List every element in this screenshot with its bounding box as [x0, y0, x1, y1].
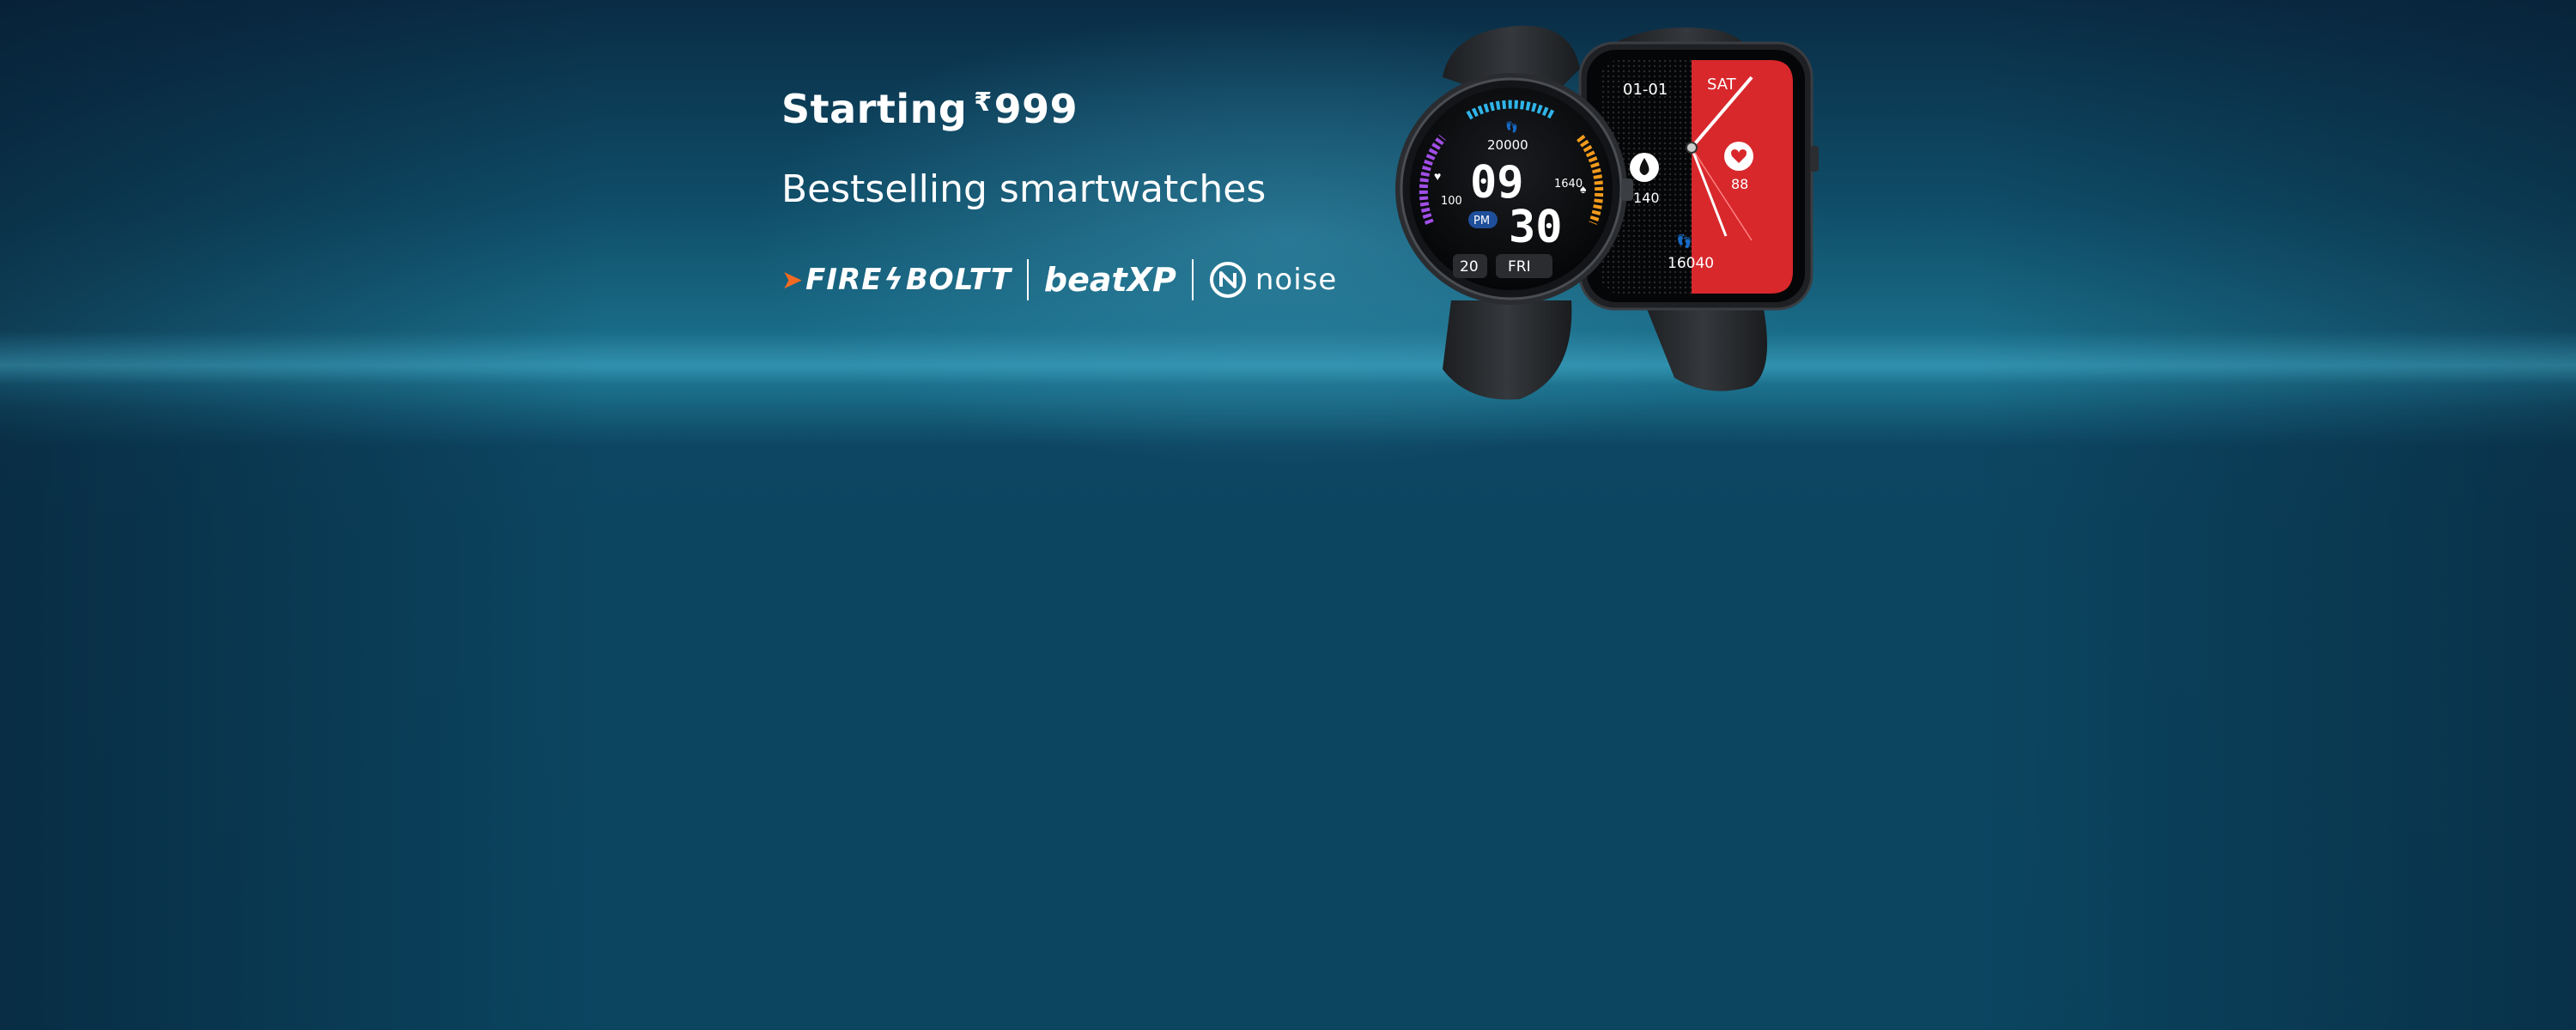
horizon-glow — [0, 330, 2576, 408]
bolt-icon: ϟ — [884, 263, 904, 297]
brand-divider — [1026, 259, 1029, 300]
round-watch-heart-icon: ♥ — [1434, 169, 1441, 183]
round-watch-steps: 20000 — [1487, 137, 1528, 153]
square-watch-date: 01-01 — [1623, 81, 1668, 99]
smartwatches-image[interactable]: 01-01 SAT 140 88 👣 16040 👣 20000 100 164… — [1348, 17, 1863, 412]
square-watch-left-value: 140 — [1633, 190, 1660, 206]
round-watch-bottom-strap — [1443, 300, 1572, 400]
square-watch-crown — [1810, 146, 1819, 172]
price-heading: Starting ₹999 — [781, 86, 1078, 132]
fireboltt-part2: BOLTT — [905, 263, 1012, 297]
square-watch-day: SAT — [1707, 76, 1737, 94]
brand-divider — [1191, 259, 1194, 300]
price-value: 999 — [993, 86, 1078, 132]
brand-logos: ➤ FIRE ϟ BOLTT beatXP noise — [781, 254, 1337, 306]
round-watch-fire-icon: ♠ — [1580, 182, 1587, 196]
round-watch-hour: 09 — [1470, 157, 1524, 209]
banner-background[interactable]: Starting ₹999 Bestselling smartwatches ➤ … — [0, 0, 2576, 1030]
square-watch-hand-pin — [1686, 142, 1698, 154]
fireboltt-logo: ➤ FIRE ϟ BOLTT — [781, 263, 1012, 297]
square-watch-steps: 16040 — [1668, 255, 1714, 272]
currency-symbol: ₹ — [974, 88, 993, 118]
left-vignette — [0, 0, 601, 1030]
price-prefix: Starting — [781, 86, 968, 132]
banner-subtitle: Bestselling smartwatches — [781, 167, 1267, 211]
right-vignette — [1975, 0, 2576, 1030]
footsteps-icon: 👣 — [1676, 233, 1692, 249]
round-watch-crown — [1621, 179, 1633, 201]
round-watch-right-value: 1640 — [1554, 178, 1583, 191]
noise-icon — [1209, 262, 1246, 298]
noise-wordmark: noise — [1255, 263, 1338, 297]
noise-logo: noise — [1209, 261, 1337, 299]
round-watch-left-value: 100 — [1441, 195, 1462, 208]
round-watch-date: 20 — [1460, 258, 1479, 276]
beatxp-logo: beatXP — [1043, 261, 1176, 299]
round-watch-minute: 30 — [1509, 202, 1563, 253]
round-watch-day: FRI — [1508, 258, 1531, 276]
fireboltt-part1: FIRE — [805, 263, 883, 297]
round-watch-ampm: PM — [1473, 215, 1490, 227]
round-watch-steps-icon: 👣 — [1505, 120, 1518, 133]
square-watch-right-value: 88 — [1731, 176, 1748, 192]
flame-icon: ➤ — [781, 264, 805, 295]
